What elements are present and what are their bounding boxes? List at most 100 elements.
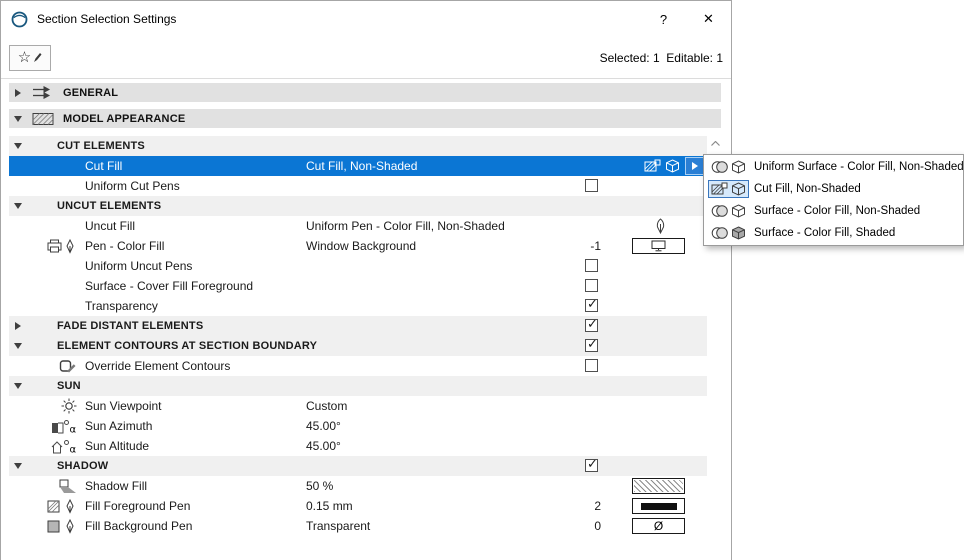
row-pen-color-fill[interactable]: Pen - Color Fill Window Background -1 — [9, 236, 707, 256]
group-header-general[interactable]: GENERAL — [9, 83, 721, 102]
row-override-element-contours[interactable]: Override Element Contours — [9, 356, 707, 376]
row-label: Uniform Uncut Pens — [85, 259, 306, 273]
row-sun-altitude[interactable]: α Sun Altitude 45.00° — [9, 436, 707, 456]
cut-fill-style-icons — [644, 159, 680, 173]
row-value: 45.00° — [306, 419, 561, 433]
row-surface-cover-fill-foreground[interactable]: Surface - Cover Fill Foreground — [9, 276, 707, 296]
row-uniform-uncut-pens[interactable]: Uniform Uncut Pens — [9, 256, 707, 276]
row-label: Fill Foreground Pen — [85, 499, 306, 513]
section-label: UNCUT ELEMENTS — [57, 200, 561, 212]
collapse-arrow-icon — [14, 383, 22, 389]
section-label: FADE DISTANT ELEMENTS — [57, 320, 561, 332]
uniform-uncut-pens-checkbox[interactable] — [585, 259, 598, 272]
empty-set-icon: Ø — [654, 520, 663, 532]
pen-number: 0 — [594, 516, 601, 536]
menu-item-surface-color-fill-shaded[interactable]: Surface - Color Fill, Shaded — [704, 222, 963, 244]
contour-pen-icon — [59, 359, 77, 374]
section-header-uncut-elements[interactable]: UNCUT ELEMENTS — [9, 196, 707, 216]
pen-icon — [654, 218, 667, 234]
group-header-model-appearance[interactable]: MODEL APPEARANCE — [9, 109, 721, 128]
row-value: 0.15 mm — [306, 499, 561, 513]
fill-background-pen-preview-button[interactable]: Ø — [632, 518, 685, 534]
cut-fill-dropdown-button[interactable] — [685, 157, 704, 175]
section-header-shadow[interactable]: SHADOW — [9, 456, 707, 476]
row-label: Sun Azimuth — [85, 419, 306, 433]
collapse-arrow-icon — [14, 343, 22, 349]
section-header-sun[interactable]: SUN — [9, 376, 707, 396]
fill-foreground-pen-preview-button[interactable] — [632, 498, 685, 514]
sun-azimuth-icon: α — [51, 419, 77, 434]
help-button[interactable]: ? — [641, 1, 686, 37]
element-contours-checkbox[interactable] — [585, 339, 598, 352]
row-value: Window Background — [306, 239, 561, 253]
close-button[interactable]: ✕ — [686, 1, 731, 37]
surface-cover-fill-checkbox[interactable] — [585, 279, 598, 292]
row-label: Cut Fill — [85, 159, 306, 173]
menu-item-label: Cut Fill, Non-Shaded — [754, 183, 861, 195]
group-label: MODEL APPEARANCE — [63, 113, 185, 125]
expand-arrow-icon — [15, 89, 21, 97]
row-transparency[interactable]: Transparency — [9, 296, 707, 316]
row-fill-background-pen[interactable]: Fill Background Pen Transparent 0 Ø — [9, 516, 707, 536]
row-label: Transparency — [85, 299, 306, 313]
menu-item-cut-fill-non-shaded[interactable]: Cut Fill, Non-Shaded — [704, 178, 963, 200]
row-value: 50 % — [306, 479, 561, 493]
app-icon — [11, 11, 28, 28]
row-label: Sun Altitude — [85, 439, 306, 453]
row-value: Custom — [306, 399, 561, 413]
scroll-up-button[interactable] — [708, 136, 723, 150]
pen-color-preview-button[interactable] — [632, 238, 685, 254]
cube-outline-icon — [731, 160, 746, 174]
row-fill-foreground-pen[interactable]: Fill Foreground Pen 0.15 mm 2 — [9, 496, 707, 516]
svg-text:α: α — [70, 444, 77, 454]
selection-status: Selected: 1 Editable: 1 — [600, 51, 723, 65]
row-value: Cut Fill, Non-Shaded — [306, 159, 561, 173]
row-uncut-fill[interactable]: Uncut Fill Uniform Pen - Color Fill, Non… — [9, 216, 707, 236]
row-sun-viewpoint[interactable]: Sun Viewpoint Custom — [9, 396, 707, 416]
row-value: Uniform Pen - Color Fill, Non-Shaded — [306, 219, 561, 233]
dialog-toolbar: ☆ Selected: 1 Editable: 1 — [1, 37, 731, 79]
uniform-cut-pens-checkbox[interactable] — [585, 179, 598, 192]
row-uniform-cut-pens[interactable]: Uniform Cut Pens — [9, 176, 707, 196]
row-label: Uncut Fill — [85, 219, 306, 233]
row-label: Sun Viewpoint — [85, 399, 306, 413]
row-cut-fill[interactable]: Cut Fill Cut Fill, Non-Shaded — [9, 156, 707, 176]
cube-outline-icon — [665, 159, 680, 173]
expand-arrow-icon — [15, 322, 21, 330]
row-label: Uniform Cut Pens — [85, 179, 306, 193]
title-bar: Section Selection Settings ? ✕ — [1, 1, 731, 37]
shadow-checkbox[interactable] — [585, 459, 598, 472]
row-sun-azimuth[interactable]: α Sun Azimuth 45.00° — [9, 416, 707, 436]
sun-altitude-icon: α — [51, 439, 77, 454]
collapse-arrow-icon — [14, 463, 22, 469]
override-contours-checkbox[interactable] — [585, 359, 598, 372]
favorites-pen-icon — [33, 52, 42, 63]
section-header-element-contours[interactable]: ELEMENT CONTOURS AT SECTION BOUNDARY — [9, 336, 707, 356]
general-icon — [27, 86, 59, 99]
section-label: ELEMENT CONTOURS AT SECTION BOUNDARY — [57, 340, 561, 352]
menu-item-uniform-surface-color-fill[interactable]: Uniform Surface - Color Fill, Non-Shaded — [704, 156, 963, 178]
pen-weight-swatch — [641, 503, 677, 510]
cube-outline-icon — [731, 182, 746, 196]
section-header-fade-distant-elements[interactable]: FADE DISTANT ELEMENTS — [9, 316, 707, 336]
row-label: Pen - Color Fill — [85, 239, 306, 253]
row-label: Shadow Fill — [85, 479, 306, 493]
surface-pens-icon — [711, 226, 728, 240]
pen-set-icon — [47, 238, 77, 254]
fade-distant-checkbox[interactable] — [585, 319, 598, 332]
row-label: Surface - Cover Fill Foreground — [85, 279, 306, 293]
hatch-swatch — [634, 480, 683, 492]
model-appearance-settings-list: CUT ELEMENTS Cut Fill Cut Fill, Non-Shad… — [9, 136, 707, 536]
shadow-fill-preview-button[interactable] — [632, 478, 685, 494]
favorites-button[interactable]: ☆ — [9, 45, 51, 71]
transparency-checkbox[interactable] — [585, 299, 598, 312]
collapse-arrow-icon — [14, 116, 22, 122]
section-header-cut-elements[interactable]: CUT ELEMENTS — [9, 136, 707, 156]
row-shadow-fill[interactable]: Shadow Fill 50 % — [9, 476, 707, 496]
cut-fill-swatch-icon — [644, 159, 661, 173]
section-selection-settings-dialog: Section Selection Settings ? ✕ ☆ Selecte… — [0, 0, 732, 560]
monitor-icon — [651, 240, 666, 252]
model-appearance-icon — [27, 112, 59, 126]
menu-item-surface-color-fill-non-shaded[interactable]: Surface - Color Fill, Non-Shaded — [704, 200, 963, 222]
group-label: GENERAL — [63, 87, 118, 99]
